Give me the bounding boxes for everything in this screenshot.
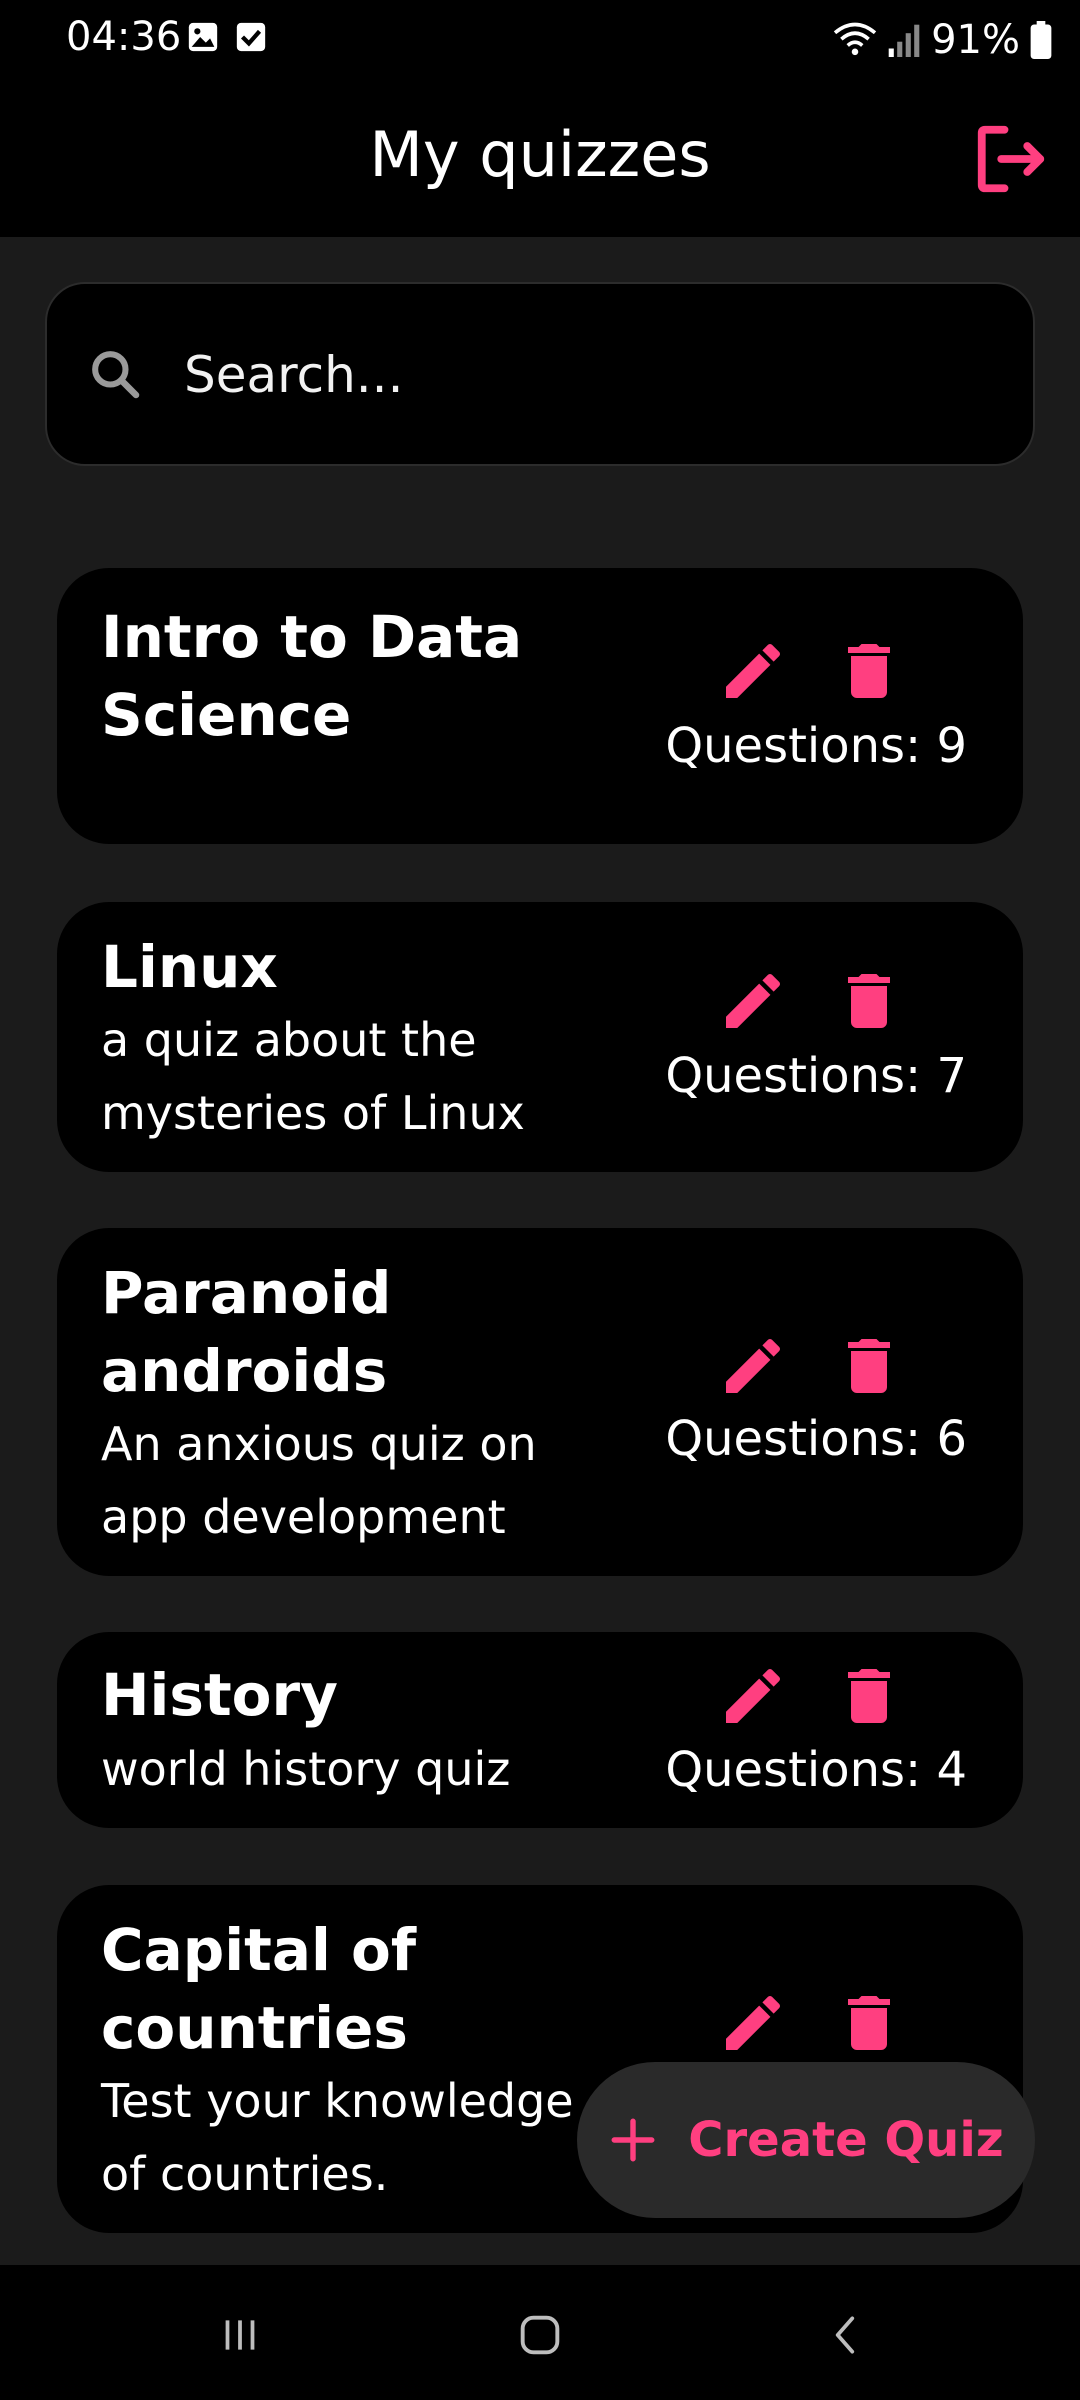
delete-icon[interactable]: [833, 1987, 905, 2059]
create-quiz-button[interactable]: Create Quiz: [577, 2062, 1035, 2218]
status-bar: 04:36 91%: [0, 0, 1080, 80]
plus-icon: [611, 2118, 655, 2162]
create-quiz-label: Create Quiz: [688, 2112, 1004, 2168]
quiz-description: An anxious quiz on app development: [101, 1417, 537, 1544]
battery-percent: 91%: [931, 17, 1020, 63]
back-icon: [835, 2316, 855, 2354]
recents-button[interactable]: [200, 2295, 280, 2375]
quiz-card[interactable]: Paranoid androids An anxious quiz on app…: [57, 1228, 1023, 1576]
navigation-bar: [0, 2265, 1080, 2400]
quiz-card[interactable]: History world history quiz Questions: 4: [57, 1632, 1023, 1828]
search-input[interactable]: [182, 336, 986, 414]
search-icon: [92, 351, 140, 399]
recents-icon: [225, 2320, 255, 2350]
image-icon: [188, 22, 218, 52]
signal-icon: [888, 24, 920, 57]
quiz-description: Test your knowledge of countries.: [101, 2074, 574, 2201]
page-title: My quizzes: [369, 118, 711, 191]
question-count: Questions: 9: [665, 718, 967, 774]
question-count: Questions: 6: [665, 1411, 967, 1467]
back-button[interactable]: [806, 2295, 886, 2375]
quiz-description: a quiz about the mysteries of Linux: [101, 1013, 525, 1140]
quiz-card[interactable]: Intro to Data Science Questions: 9: [57, 568, 1023, 844]
search-bar[interactable]: [45, 282, 1035, 466]
quiz-title: History: [101, 1661, 338, 1729]
quiz-description: world history quiz: [101, 1742, 511, 1796]
delete-icon[interactable]: [833, 1330, 905, 1402]
question-count: Questions: 7: [665, 1048, 967, 1104]
edit-icon[interactable]: [717, 965, 789, 1037]
question-count: Questions: 4: [665, 1742, 967, 1798]
quiz-title: Capital of countries: [101, 1916, 417, 2062]
edit-icon[interactable]: [717, 1660, 789, 1732]
status-time: 04:36: [66, 14, 182, 60]
delete-icon[interactable]: [833, 635, 905, 707]
edit-icon[interactable]: [717, 1987, 789, 2059]
delete-icon[interactable]: [833, 1660, 905, 1732]
quiz-card[interactable]: Linux a quiz about the mysteries of Linu…: [57, 902, 1023, 1172]
battery-icon: [1030, 21, 1052, 59]
logout-icon[interactable]: [972, 120, 1050, 198]
home-button[interactable]: [500, 2295, 580, 2375]
delete-icon[interactable]: [833, 965, 905, 1037]
checkbox-icon: [236, 22, 266, 52]
home-icon: [520, 2315, 560, 2355]
quiz-title: Intro to Data Science: [101, 603, 523, 749]
wifi-icon: [833, 22, 877, 56]
quiz-title: Paranoid androids: [101, 1259, 392, 1405]
edit-icon[interactable]: [717, 635, 789, 707]
quiz-title: Linux: [101, 933, 278, 1001]
top-app-bar: My quizzes: [0, 80, 1080, 237]
status-right: 91%: [833, 14, 1052, 66]
edit-icon[interactable]: [717, 1330, 789, 1402]
